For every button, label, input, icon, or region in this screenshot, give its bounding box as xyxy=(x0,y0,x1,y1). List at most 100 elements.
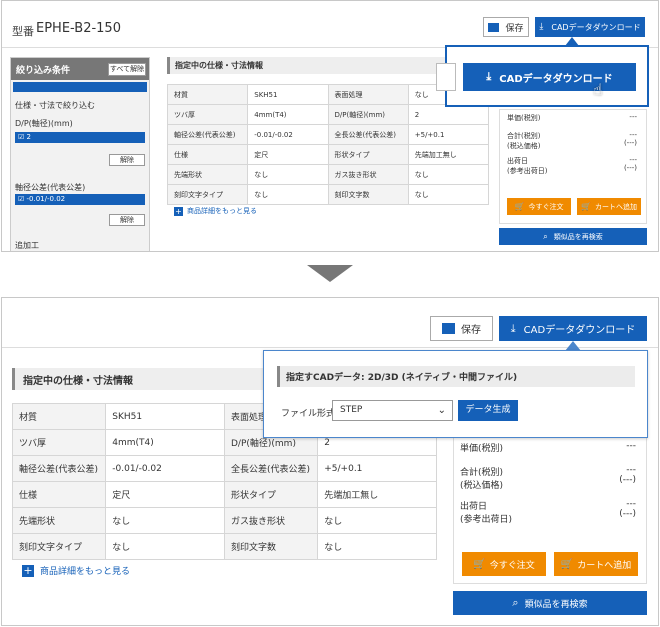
cad-download-button[interactable]: ⤓ CADデータダウンロード xyxy=(535,17,645,37)
download-icon-2: ⤓ xyxy=(510,321,516,335)
price-value: --- xyxy=(629,113,637,123)
price-label: 合計(税別) (税込価格) xyxy=(507,131,540,151)
spec-label: 形状タイプ xyxy=(223,481,319,508)
price-value-main: --- xyxy=(629,156,637,165)
save-label: 保存 xyxy=(505,23,524,34)
cursor-hand-icon: ☝ xyxy=(593,80,603,99)
spec-label: 先端形状 xyxy=(11,507,107,534)
model-number: EPHE-B2-150 xyxy=(36,21,121,36)
spec-row: 刻印文字タイプ なし 刻印文字数 なし xyxy=(166,184,490,205)
filter-chip-dp[interactable]: ☑ 2 xyxy=(15,132,145,143)
spec-title-text-2: 指定中の仕様・寸法情報 xyxy=(23,375,133,387)
bottom-screenshot: 保存 ⤓ CADデータダウンロード 指定中の仕様・寸法情報 材質 SKH51 表面処… xyxy=(1,297,659,626)
filter-group-dp: D/P(軸径)(mm) xyxy=(15,119,73,128)
spec-row: 仕様 定尺 形状タイプ 先端加工無し xyxy=(11,481,437,508)
cad-download-button-2[interactable]: ⤓ CADデータダウンロード xyxy=(499,316,647,341)
spec-label: 刻印文字数 xyxy=(327,184,409,205)
spec-value: -0.01/-0.02 xyxy=(105,455,225,482)
more-details-label: 商品詳細をもっと見る xyxy=(187,207,257,215)
spec-value: なし xyxy=(247,184,329,205)
spec-value: SKH51 xyxy=(105,403,225,430)
cart-icon: 🛒 xyxy=(514,202,525,211)
spec-label: 材質 xyxy=(11,403,107,430)
release-button-2[interactable]: 解除 xyxy=(109,214,145,226)
filter-subtitle: 仕様・寸法で絞り込む xyxy=(15,101,95,110)
price-label-sub: (参考出荷日) xyxy=(460,514,513,525)
spec-label: ガス抜き形状 xyxy=(327,164,409,185)
filter-chip-tolerance[interactable]: ☑ -0.01/-0.02 xyxy=(15,194,145,205)
cart-plus-icon-2: 🛒 xyxy=(560,558,574,570)
spec-row: 軸径公差(代表公差) -0.01/-0.02 全長公差(代表公差) +5/+0.1 xyxy=(11,455,437,482)
price-label-main: 単価(税別) xyxy=(507,114,541,122)
spec-value: -0.01/-0.02 xyxy=(247,124,329,145)
spec-value: +5/+0.1 xyxy=(317,455,437,482)
spec-row: 軸径公差(代表公差) -0.01/-0.02 全長公差(代表公差) +5/+0.1 xyxy=(166,124,490,145)
spec-value: 2 xyxy=(407,104,490,125)
spec-value: 4mm(T4) xyxy=(247,104,329,125)
header-divider-2 xyxy=(2,347,658,348)
generate-button[interactable]: データ生成 xyxy=(458,400,518,421)
price-value-main: --- xyxy=(629,113,637,121)
filter-sidebar: 絞り込み条件 すべて解除 仕様・寸法で絞り込む D/P(軸径)(mm) ☑ 2 … xyxy=(10,57,150,251)
plus-icon: + xyxy=(174,206,183,216)
price-value-main: --- xyxy=(629,131,637,139)
more-details-link[interactable]: + 商品詳細をもっと見る xyxy=(174,206,257,216)
spec-value: 先端加工無し xyxy=(407,144,490,165)
price-value: --- (---) xyxy=(619,465,636,491)
spec-row: ツバ厚 4mm(T4) D/P(軸径)(mm) 2 xyxy=(166,104,490,125)
spec-value: 4mm(T4) xyxy=(105,429,225,456)
spec-label: 材質 xyxy=(166,84,249,105)
add-cart-button[interactable]: 🛒 カートへ追加 xyxy=(577,198,641,215)
similar-search-button-2[interactable]: ⌕ 類似品を再検索 xyxy=(453,591,647,615)
spec-label: 仕様 xyxy=(166,144,249,165)
cad-download-button-zoom[interactable]: ⤓ CADデータダウンロード xyxy=(463,63,636,91)
spec-value: +5/+0.1 xyxy=(407,124,490,145)
price-label-sub: (税込価格) xyxy=(460,481,504,491)
cad-label-2: CADデータダウンロード xyxy=(523,325,636,336)
similar-search-button[interactable]: ⌕ 類似品を再検索 xyxy=(499,228,647,245)
filter-group-tolerance: 軸径公差(代表公差) xyxy=(15,183,86,192)
more-details-link-2[interactable]: + 商品詳細をもっと見る xyxy=(22,564,130,577)
price-value: --- (---) xyxy=(624,131,637,151)
price-label-main: 出荷日 xyxy=(507,157,528,166)
price-label-main: 出荷日 xyxy=(460,501,488,512)
price-value: --- (---) xyxy=(619,499,636,525)
spec-value: 定尺 xyxy=(247,144,329,165)
spec-label: 刻印文字タイプ xyxy=(11,533,107,560)
order-now-button-2[interactable]: 🛒 今すぐ注文 xyxy=(462,552,546,576)
format-select[interactable]: STEP ⌄ xyxy=(332,400,453,421)
price-row: 出荷日 (参考出荷日) --- (---) xyxy=(460,499,636,525)
spec-label: 刻印文字タイプ xyxy=(166,184,249,205)
save-button-2[interactable]: 保存 xyxy=(430,316,493,341)
order-now-button[interactable]: 🛒 今すぐ注文 xyxy=(507,198,571,215)
spec-value: なし xyxy=(247,164,329,185)
spec-value: なし xyxy=(407,184,490,205)
add-cart-label-2: カートへ追加 xyxy=(577,560,632,571)
spec-row: 仕様 定尺 形状タイプ 先端加工無し xyxy=(166,144,490,165)
save-button[interactable]: 保存 xyxy=(483,17,529,37)
price-value-main: --- xyxy=(626,498,636,509)
release-button-1[interactable]: 解除 xyxy=(109,154,145,166)
spec-label: 全長公差(代表公差) xyxy=(223,455,319,482)
spec-label: 軸径公差(代表公差) xyxy=(166,124,249,145)
transition-arrow xyxy=(307,265,353,282)
clear-all-button[interactable]: すべて解除 xyxy=(108,63,146,76)
price-label: 単価(税別) xyxy=(507,113,540,123)
price-label: 出荷日 (参考出荷日) xyxy=(507,156,547,176)
more-details-label-2: 商品詳細をもっと見る xyxy=(40,567,131,577)
add-cart-button-2[interactable]: 🛒 カートへ追加 xyxy=(554,552,638,576)
filter-title: 絞り込み条件 xyxy=(16,66,71,76)
price-label-main: 合計(税別) xyxy=(460,468,504,478)
model-label: 型番 xyxy=(12,25,34,38)
save-label-2: 保存 xyxy=(461,325,481,336)
download-icon: ⤓ xyxy=(539,22,544,32)
filter-group-extra: 追加工 xyxy=(15,241,39,250)
price-value-sub: (---) xyxy=(623,164,637,173)
similar-label: 類似品を再検索 xyxy=(553,232,603,241)
spec-label: 仕様 xyxy=(11,481,107,508)
price-row: 単価(税別) --- xyxy=(460,441,636,454)
folder-add-icon xyxy=(488,22,500,32)
spec-section-title: 指定中の仕様・寸法情報 xyxy=(167,57,457,74)
price-row: 出荷日 (参考出荷日) --- (---) xyxy=(507,156,637,176)
spec-table: 材質 SKH51 表面処理 なし ツバ厚 4mm(T4) D/P(軸径)(mm) 2 軸径公差(… xyxy=(166,84,490,205)
